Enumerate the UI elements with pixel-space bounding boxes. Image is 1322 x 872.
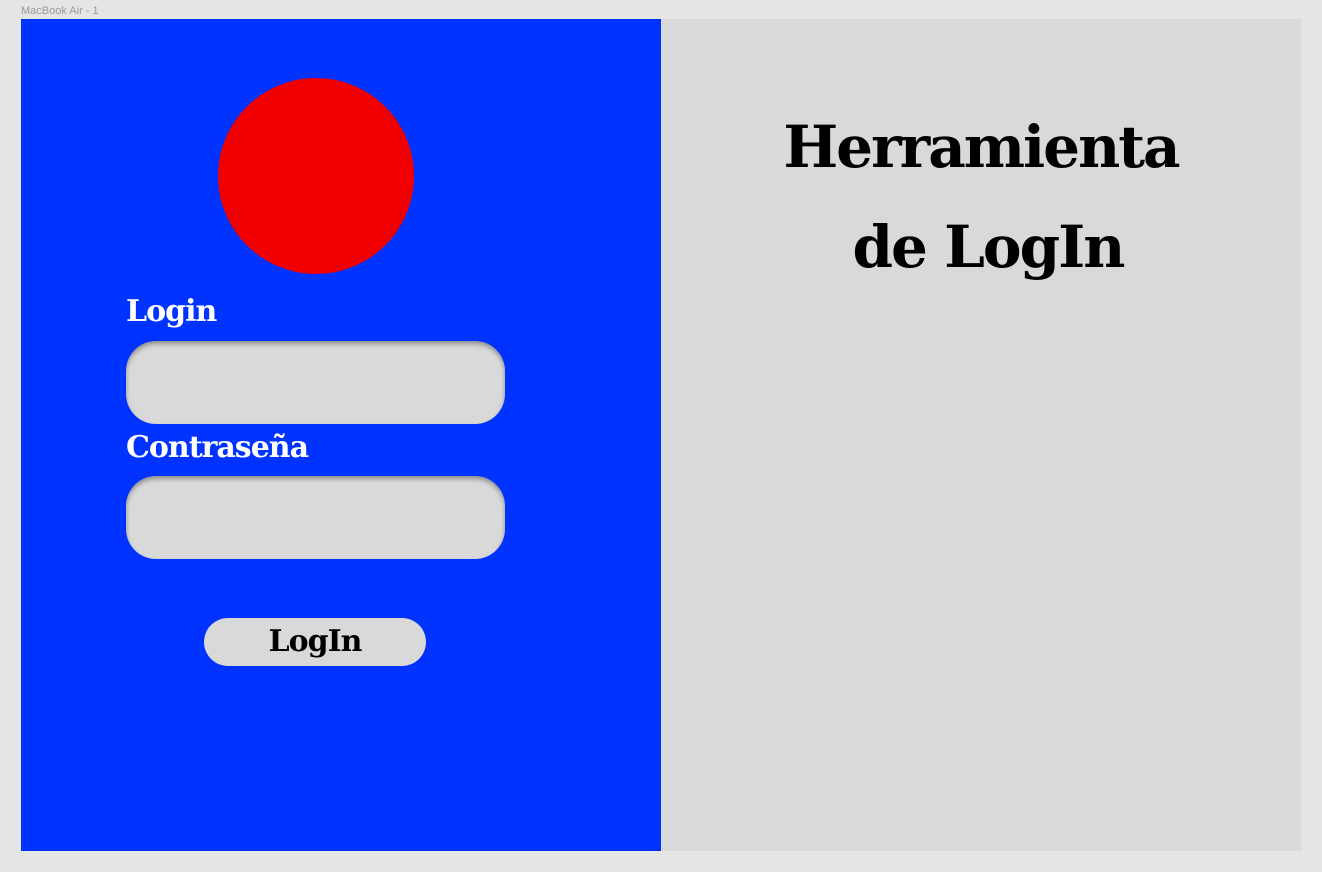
login-label: Login xyxy=(126,294,217,329)
hero-title: Herramienta de LogIn xyxy=(661,97,1301,297)
frame-label: MacBook Air - 1 xyxy=(21,5,99,17)
login-input[interactable] xyxy=(126,341,505,424)
login-button[interactable]: LogIn xyxy=(204,618,426,666)
password-label: Contraseña xyxy=(126,430,309,465)
hero-title-line-2: de LogIn xyxy=(852,213,1126,281)
login-panel: Login Contraseña LogIn xyxy=(21,19,661,851)
avatar-circle-icon xyxy=(218,78,414,274)
hero-title-line-1: Herramienta xyxy=(783,113,1180,181)
password-input[interactable] xyxy=(126,476,505,559)
macbook-air-frame: Login Contraseña LogIn Herramienta de Lo… xyxy=(21,19,1301,851)
hero-panel: Herramienta de LogIn xyxy=(661,19,1301,851)
